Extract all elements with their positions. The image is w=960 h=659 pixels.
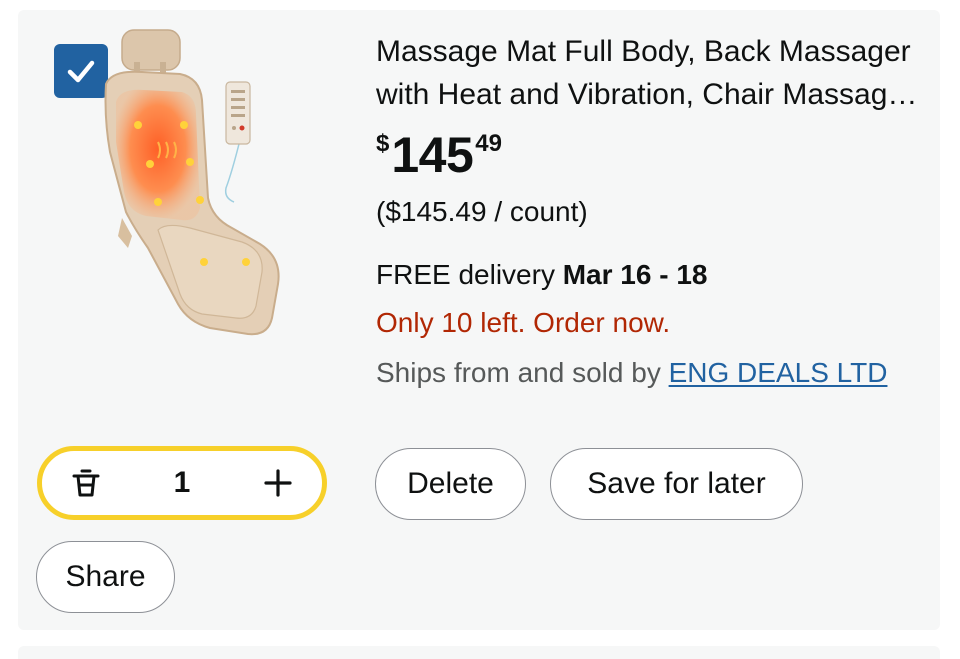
trash-icon <box>72 469 100 497</box>
quantity-value: 1 <box>173 466 191 499</box>
save-for-later-button[interactable]: Save for later <box>550 448 803 520</box>
stock-status: Only 10 left. Order now. <box>376 307 671 338</box>
delivery-dates: Mar 16 - 18 <box>562 259 708 290</box>
plus-icon <box>264 469 292 497</box>
product-image[interactable] <box>92 22 302 352</box>
decrease-quantity-button[interactable] <box>66 463 106 503</box>
quantity-stepper: 1 <box>37 446 327 520</box>
price-currency: $ <box>376 130 390 157</box>
next-cart-item-card <box>18 646 940 659</box>
increase-quantity-button[interactable] <box>258 463 298 503</box>
seller-info: Ships from and sold by ENG DEALS LTD <box>376 350 916 396</box>
delete-button[interactable]: Delete <box>375 448 526 520</box>
share-button[interactable]: Share <box>36 541 175 613</box>
seller-label: Ships from and sold by <box>376 357 669 388</box>
price-whole: 145 <box>391 127 474 183</box>
delivery-label: FREE delivery <box>376 259 563 290</box>
product-price: $ 145 49 <box>376 128 502 182</box>
product-title[interactable]: Massage Mat Full Body, Back Massager wit… <box>376 30 924 116</box>
delivery-info: FREE delivery Mar 16 - 18 <box>376 256 707 294</box>
seller-link[interactable]: ENG DEALS LTD <box>669 357 888 388</box>
unit-price: ($145.49 / count) <box>376 196 588 227</box>
price-fraction: 49 <box>475 130 502 157</box>
